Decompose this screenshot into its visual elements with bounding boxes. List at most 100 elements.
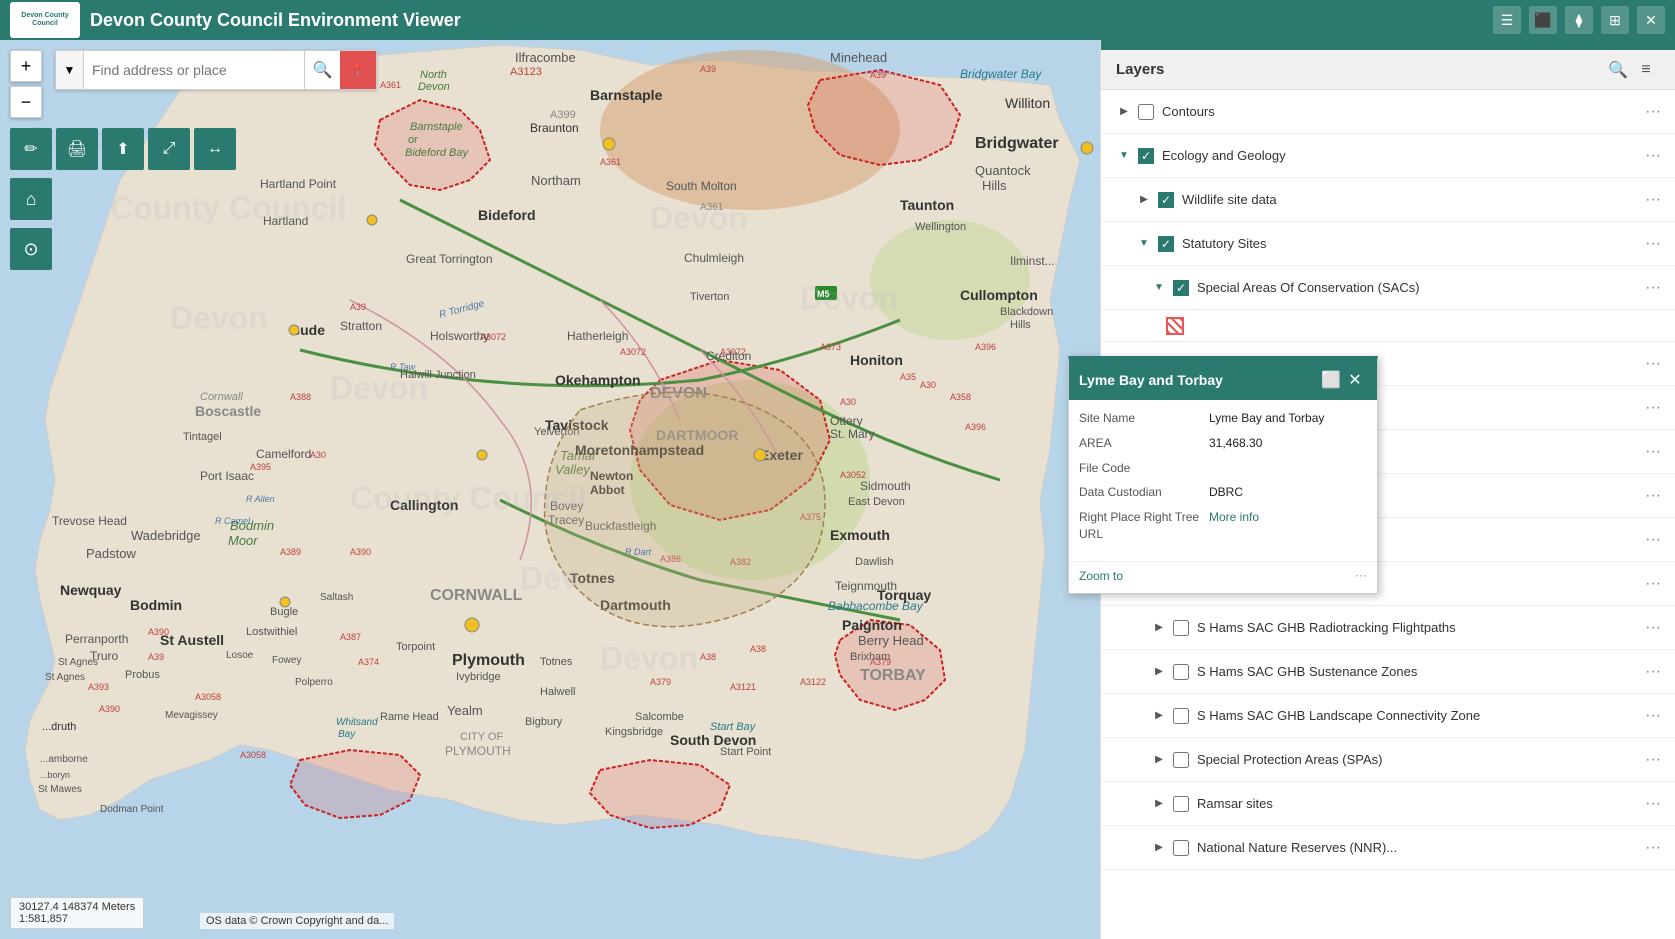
svg-text:Salcombe: Salcombe	[635, 711, 684, 723]
wildlife-more-button[interactable]: ···	[1641, 188, 1665, 212]
zoom-in-button[interactable]: +	[10, 50, 42, 82]
layer-filter-button[interactable]: ≡	[1632, 56, 1660, 84]
layer-item-landscape[interactable]: ▶ S Hams SAC GHB Landscape Connectivity …	[1101, 694, 1675, 738]
radiotracking-label: S Hams SAC GHB Radiotracking Flightpaths	[1197, 620, 1641, 635]
location-button[interactable]: ⊙	[10, 228, 52, 270]
ecology-checkbox[interactable]: ✓	[1138, 148, 1154, 164]
nt-lines-more-button[interactable]: ···	[1641, 572, 1665, 596]
svg-text:A395: A395	[250, 462, 271, 472]
radiotracking-more-button[interactable]: ···	[1641, 616, 1665, 640]
popup-footer: Zoom to ···	[1069, 561, 1377, 593]
layer-item-sac[interactable]: ▼ ✓ Special Areas Of Conservation (SACs)…	[1101, 266, 1675, 310]
landscape-more-button[interactable]: ···	[1641, 704, 1665, 728]
layers-header-icon[interactable]: ⬛	[1529, 6, 1557, 34]
svg-text:St Mawes: St Mawes	[38, 784, 82, 795]
layer-item-sac-swatch	[1101, 310, 1675, 342]
layer-item-radiotracking[interactable]: ▶ S Hams SAC GHB Radiotracking Flightpat…	[1101, 606, 1675, 650]
zoom-to-link[interactable]: Zoom to	[1079, 569, 1123, 583]
popup-more-icon[interactable]: ···	[1355, 568, 1367, 582]
svg-text:TORBAY: TORBAY	[860, 667, 926, 684]
layer-item-contours[interactable]: ▶ Contours ···	[1101, 90, 1675, 134]
statutory-more-button[interactable]: ···	[1641, 232, 1665, 256]
contours-more-button[interactable]: ···	[1641, 100, 1665, 124]
svg-text:Torpoint: Torpoint	[396, 641, 435, 653]
sustenance-more-button[interactable]: ···	[1641, 660, 1665, 684]
layers-subheader-title: Layers	[1116, 61, 1604, 78]
wildlife-checkbox[interactable]: ✓	[1158, 192, 1174, 208]
logo: Devon County Council	[10, 2, 80, 38]
n-features-more-button[interactable]: ···	[1641, 440, 1665, 464]
ecology-more-button[interactable]: ···	[1641, 144, 1665, 168]
svg-text:A30: A30	[310, 450, 326, 460]
fullscreen-button[interactable]: ⤢	[148, 128, 190, 170]
svg-text:St Austell: St Austell	[160, 632, 224, 648]
share-button[interactable]: ⬆	[102, 128, 144, 170]
header-controls: ☰ ⬛ ⧫ ⊞ ✕	[1493, 6, 1665, 34]
nnr-more-button[interactable]: ···	[1641, 836, 1665, 860]
search-button[interactable]: 🔍	[304, 51, 340, 89]
svg-text:R Dart: R Dart	[625, 547, 652, 557]
popup-field-data-custodian: Data Custodian DBRC	[1079, 484, 1367, 501]
ramsar-more-button[interactable]: ···	[1641, 792, 1665, 816]
list-view-icon[interactable]: ☰	[1493, 6, 1521, 34]
grid-header-icon[interactable]: ⊞	[1601, 6, 1629, 34]
sac-checkbox[interactable]: ✓	[1173, 280, 1189, 296]
svg-text:A39: A39	[148, 652, 164, 662]
zoom-out-button[interactable]: −	[10, 86, 42, 118]
filter-header-icon[interactable]: ⧫	[1565, 6, 1593, 34]
contours-label: Contours	[1162, 104, 1641, 119]
layer-item-sustenance[interactable]: ▶ S Hams SAC GHB Sustenance Zones ···	[1101, 650, 1675, 694]
layer-item-ecology-geology[interactable]: ▼ ✓ Ecology and Geology ···	[1101, 134, 1675, 178]
sac-more-button[interactable]: ···	[1641, 276, 1665, 300]
svg-text:Lostwithiel: Lostwithiel	[246, 626, 297, 638]
svg-text:Probus: Probus	[125, 669, 160, 681]
home-button[interactable]: ⌂	[10, 178, 52, 220]
n-areas-more-button[interactable]: ···	[1641, 396, 1665, 420]
expand-wildlife-icon: ▶	[1136, 192, 1152, 208]
landscape-checkbox[interactable]	[1173, 708, 1189, 724]
print-button[interactable]: 🖨	[56, 128, 98, 170]
contours-checkbox[interactable]	[1138, 104, 1154, 120]
more-info-link[interactable]: More info	[1209, 509, 1259, 543]
popup-restore-button[interactable]: ⬜	[1319, 368, 1343, 392]
coordinates: 30127.4 148374 Meters	[19, 901, 135, 913]
svg-text:Braunton: Braunton	[530, 121, 579, 135]
scale-info: 30127.4 148374 Meters 1:581,857	[10, 897, 144, 929]
spa-checkbox[interactable]	[1173, 752, 1189, 768]
layer-item-statutory[interactable]: ▼ ✓ Statutory Sites ···	[1101, 222, 1675, 266]
svg-text:Yealm: Yealm	[447, 703, 483, 718]
radiotracking-checkbox[interactable]	[1173, 620, 1189, 636]
svg-text:A3122: A3122	[800, 677, 826, 687]
edit-tool-button[interactable]: ✏	[10, 128, 52, 170]
search-extent-button[interactable]: 📍	[340, 51, 376, 89]
sustenance-checkbox[interactable]	[1173, 664, 1189, 680]
nts-more-button[interactable]: ···	[1641, 528, 1665, 552]
layer-item-ramsar[interactable]: ▶ Ramsar sites ···	[1101, 782, 1675, 826]
bat-more-button[interactable]: ···	[1641, 352, 1665, 376]
layer-item-wildlife[interactable]: ▶ ✓ Wildlife site data ···	[1101, 178, 1675, 222]
layer-search-button[interactable]: 🔍	[1604, 56, 1632, 84]
popup-close-button[interactable]: ✕	[1343, 368, 1367, 392]
close-header-icon[interactable]: ✕	[1637, 6, 1665, 34]
spa-more-button[interactable]: ···	[1641, 748, 1665, 772]
svg-text:Totnes: Totnes	[540, 656, 573, 668]
popup-field-url: Right Place Right Tree URL More info	[1079, 509, 1367, 543]
nnr-checkbox[interactable]	[1173, 840, 1189, 856]
svg-text:A39: A39	[870, 70, 886, 80]
svg-text:A361: A361	[700, 202, 724, 213]
svg-text:Taunton: Taunton	[900, 197, 954, 213]
ramsar-checkbox[interactable]	[1173, 796, 1189, 812]
expand-radiotracking-icon: ▶	[1151, 620, 1167, 636]
sustenance-label: S Hams SAC GHB Sustenance Zones	[1197, 664, 1641, 679]
svg-text:Tiverton: Tiverton	[690, 291, 729, 303]
svg-text:CITY OF: CITY OF	[460, 731, 503, 743]
measure-button[interactable]: ↔	[194, 128, 236, 170]
nt-areas-more-button[interactable]: ···	[1641, 484, 1665, 508]
map-container[interactable]: A3123 A361 A39 A39 A361 A39 A3072 A3072 …	[0, 0, 1100, 939]
svg-text:PLYMOUTH: PLYMOUTH	[445, 744, 511, 758]
layer-item-spa[interactable]: ▶ Special Protection Areas (SPAs) ···	[1101, 738, 1675, 782]
svg-text:Ivybridge: Ivybridge	[456, 671, 501, 683]
statutory-checkbox[interactable]: ✓	[1158, 236, 1174, 252]
layer-item-nnr[interactable]: ▶ National Nature Reserves (NNR)... ···	[1101, 826, 1675, 870]
svg-text:Exmouth: Exmouth	[830, 527, 890, 543]
